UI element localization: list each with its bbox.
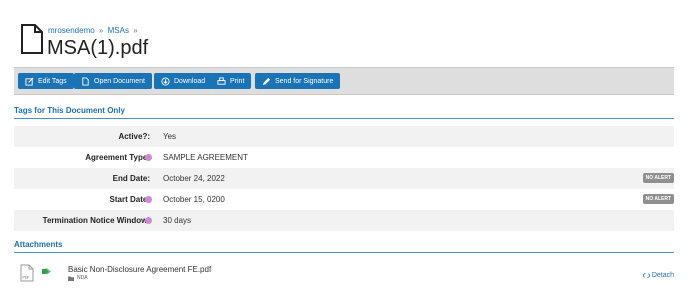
folder-icon (68, 276, 74, 281)
document-icon (82, 76, 89, 86)
tag-row-start-date: Start Date: October 15, 0200 NO ALERT (14, 189, 674, 210)
tag-label: Active?: (118, 132, 150, 141)
download-label: Download (174, 77, 206, 85)
breadcrumb-link-mrosendemo[interactable]: mrosendemo (48, 26, 95, 35)
download-icon (161, 76, 170, 86)
breadcrumb-separator: » (133, 26, 138, 35)
attachment-folder-name: NDA (77, 275, 88, 281)
attachment-name[interactable]: Basic Non-Disclosure Agreement FE.pdf (68, 265, 211, 274)
toolbar: Edit Tags Open Document Download Print S… (14, 67, 674, 95)
tags-section-title: Tags for This Document Only (14, 106, 674, 119)
page-title: MSA(1).pdf (47, 37, 149, 59)
send-for-signature-label: Send for Signature (275, 77, 334, 85)
detach-label: Detach (651, 272, 674, 279)
tag-label: Termination Notice Window: (42, 216, 150, 225)
edit-icon (25, 76, 34, 86)
tag-icon[interactable] (42, 268, 51, 275)
tag-value: October 24, 2022 (163, 174, 225, 183)
print-button[interactable]: Print (210, 73, 252, 89)
alert-badge[interactable]: NO ALERT (642, 173, 674, 183)
tag-row-termination-notice-window: Termination Notice Window: 30 days (14, 210, 674, 231)
pdf-icon-label: PDF (23, 276, 30, 280)
tag-color-dot (145, 154, 152, 161)
breadcrumb: mrosendemo » MSAs » (48, 26, 140, 35)
attachments-section-title: Attachments (14, 240, 674, 253)
tag-value: SAMPLE AGREEMENT (163, 153, 248, 162)
pdf-file-icon[interactable]: PDF (20, 264, 34, 282)
attachment-item: PDF Basic Non-Disclosure Agreement FE.pd… (14, 259, 674, 289)
print-label: Print (230, 77, 245, 85)
detach-link[interactable]: Detach (642, 272, 674, 279)
download-button[interactable]: Download (154, 73, 213, 89)
tag-color-dot (145, 196, 152, 203)
edit-tags-button[interactable]: Edit Tags (18, 73, 74, 89)
open-document-label: Open Document (94, 77, 145, 85)
tag-value: 30 days (163, 216, 192, 225)
tag-value: Yes (163, 132, 177, 141)
tag-color-dot (145, 217, 152, 224)
attachment-folder: NDA (68, 275, 88, 281)
tag-row-agreement-type: Agreement Type: SAMPLE AGREEMENT (14, 147, 674, 168)
edit-tags-label: Edit Tags (38, 77, 67, 85)
pen-icon (262, 77, 271, 85)
print-icon (217, 76, 226, 85)
tag-label: Agreement Type: (85, 153, 150, 162)
document-icon (21, 24, 43, 54)
tag-label: Start Date: (109, 195, 150, 204)
tag-value: October 15, 0200 (163, 195, 225, 204)
breadcrumb-link-msas[interactable]: MSAs (108, 26, 129, 35)
open-document-button[interactable]: Open Document (74, 73, 152, 89)
tag-row-active: Active?: Yes (14, 126, 674, 147)
send-for-signature-button[interactable]: Send for Signature (255, 73, 341, 89)
alert-badge[interactable]: NO ALERT (642, 194, 674, 204)
breadcrumb-separator: » (98, 26, 104, 35)
unlink-icon (642, 273, 650, 278)
tag-label: End Date: (112, 174, 150, 183)
tag-row-end-date: End Date: October 24, 2022 NO ALERT (14, 168, 674, 189)
